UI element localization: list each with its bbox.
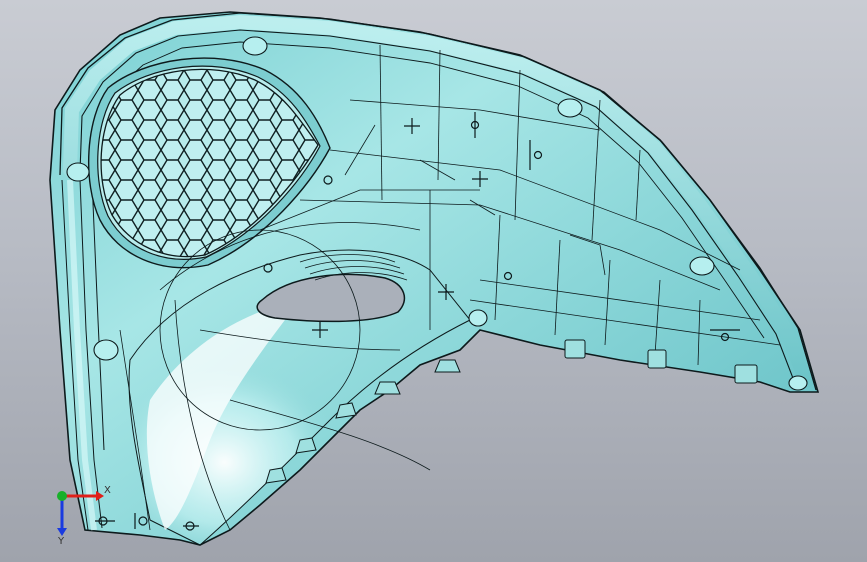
cad-model-view[interactable]: X Y <box>0 0 867 562</box>
z-axis-origin <box>57 491 67 501</box>
door-trim-panel[interactable] <box>49 11 820 546</box>
x-axis-label: X <box>104 485 111 496</box>
y-axis-label: Y <box>57 536 65 547</box>
graphics-viewport[interactable]: X Y <box>0 0 867 562</box>
y-axis-arrowhead <box>57 528 67 536</box>
